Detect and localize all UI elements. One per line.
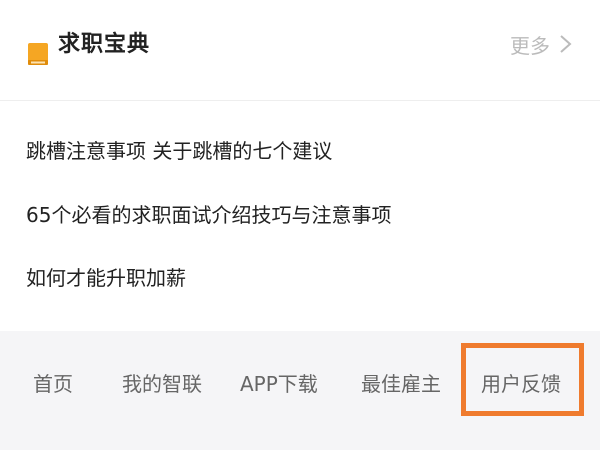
footer-nav-my-zhaopin[interactable]: 我的智联 [122, 369, 202, 399]
book-icon [28, 43, 48, 65]
section-header: 求职宝典 更多 [0, 0, 600, 101]
article-link[interactable]: 65个必看的求职面试介绍技巧与注意事项 [26, 200, 391, 230]
chevron-right-icon [560, 35, 572, 53]
footer-nav-home[interactable]: 首页 [33, 369, 73, 399]
article-list: 跳槽注意事项 关于跳槽的七个建议 65个必看的求职面试介绍技巧与注意事项 如何才… [0, 101, 600, 331]
footer-nav: 首页 我的智联 APP下载 最佳雇主 用户反馈 [0, 331, 600, 450]
section-title: 求职宝典 [58, 32, 151, 57]
more-label: 更多 [510, 33, 550, 58]
footer-nav-app-download[interactable]: APP下载 [240, 369, 318, 399]
article-link[interactable]: 如何才能升职加薪 [26, 263, 186, 293]
footer-nav-best-employer[interactable]: 最佳雇主 [361, 369, 441, 399]
footer-nav-feedback[interactable]: 用户反馈 [481, 369, 561, 399]
article-link[interactable]: 跳槽注意事项 关于跳槽的七个建议 [26, 136, 332, 166]
more-link[interactable]: 更多 [510, 29, 574, 59]
